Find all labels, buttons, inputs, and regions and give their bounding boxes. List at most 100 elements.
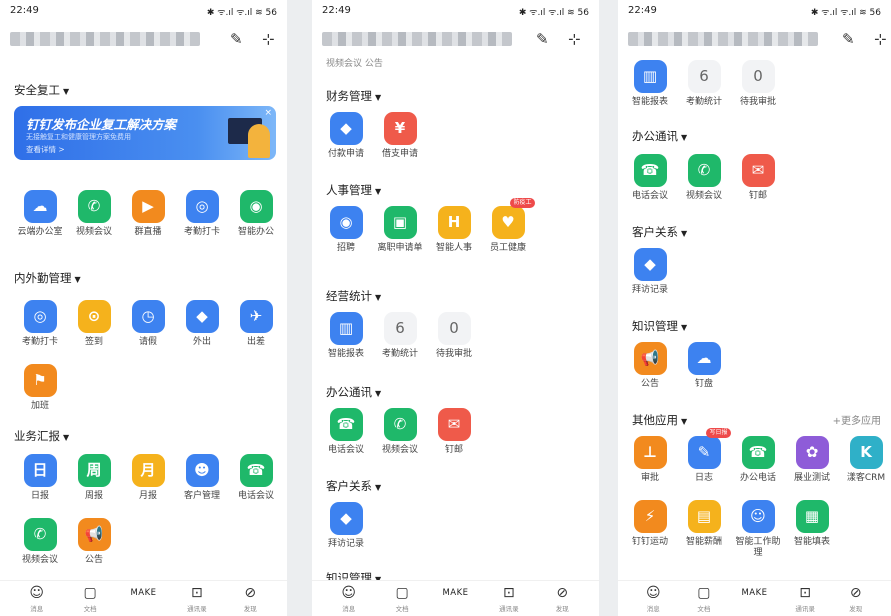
tab-item[interactable]: MAKE (735, 585, 775, 603)
app-label: 考勤打卡 (183, 227, 220, 237)
app-tile[interactable]: ✉ 钉邮 (428, 408, 480, 456)
tab-item[interactable]: ⊘ 发现 (542, 585, 582, 613)
app-tile[interactable]: ◆ 外出 (176, 300, 228, 348)
app-tile[interactable]: ▥ 智能报表 (624, 60, 676, 108)
app-tile[interactable]: 0 待我审批 (732, 60, 784, 108)
app-tile[interactable]: ⊙ 签到 (68, 300, 120, 348)
close-icon[interactable]: × (264, 108, 272, 118)
app-tile[interactable]: H 智能人事 (428, 206, 480, 254)
app-label: 员工健康 (489, 243, 526, 253)
edit-icon[interactable]: ✎ (536, 30, 549, 48)
section-title[interactable]: 客户关系 ▼ (326, 478, 381, 494)
workbench-content: 视频会议 公告 财务管理 ▼ ◆ 付款申请 ¥ 借支申请 人事管理 ▼ ◉ 招聘 ▣ 离职申请单… (312, 56, 599, 580)
app-label: 借支申请 (381, 149, 418, 159)
tab-item[interactable]: ☺ 消息 (329, 585, 369, 613)
app-tile[interactable]: ▦ 智能填表 (786, 500, 838, 548)
banner-link[interactable]: 查看详情 > (26, 144, 65, 155)
section-title[interactable]: 业务汇报 ▼ (14, 428, 69, 444)
app-tile[interactable]: 6 考勤统计 (374, 312, 426, 360)
app-tile[interactable]: 6 考勤统计 (678, 60, 730, 108)
bottom-tab-bar: ☺ 消息 ▢ 文档 MAKE ⊡ 通讯录 ⊘ 发现 (618, 580, 891, 616)
app-tile[interactable]: ✎ 写日报 日志 (678, 428, 731, 484)
tab-item[interactable]: ▢ 文档 (382, 585, 422, 613)
app-tile[interactable]: ✆ 视频会议 (14, 518, 66, 566)
app-tile[interactable]: ✉ 钉邮 (732, 154, 784, 202)
tab-item[interactable]: ▢ 文档 (70, 585, 110, 613)
app-tile[interactable]: ✿ 展业测试 (786, 436, 838, 484)
section-title[interactable]: 经营统计 ▼ (326, 288, 381, 304)
tab-icon: ⊡ (191, 585, 203, 601)
section-title[interactable]: 内外勤管理 ▼ (14, 270, 81, 286)
app-tile[interactable]: 周周报 (68, 454, 120, 502)
app-tile[interactable]: ☁ 云端办公室 (14, 190, 66, 238)
make-tab-logo: MAKE (442, 588, 469, 598)
app-tile[interactable]: 月月报 (122, 454, 174, 502)
app-tile[interactable]: ✆ 视频会议 (374, 408, 426, 456)
add-app-icon[interactable]: ⊹ (568, 30, 581, 48)
section-title[interactable]: 人事管理 ▼ (326, 182, 381, 198)
tab-item[interactable]: ⊘ 发现 (836, 585, 876, 613)
section-title[interactable]: 知识管理 ▼ (326, 570, 381, 580)
app-label: 考勤统计 (381, 349, 418, 359)
app-tile[interactable]: ⚑ 加班 (14, 364, 66, 412)
app-tile[interactable]: ☎ 电话会议 (230, 454, 282, 502)
status-icons: ✱ ᯤ.ıl ᯤ.ıl ≋ 56 (810, 8, 881, 18)
section-title[interactable]: 办公通讯 ▼ (632, 128, 687, 144)
app-tile[interactable]: ⊥ 审批 (624, 436, 676, 484)
add-app-icon[interactable]: ⊹ (874, 30, 887, 48)
app-tile[interactable]: ◆ 拜访记录 (624, 248, 676, 296)
app-tile[interactable]: ◎ 考勤打卡 (176, 190, 228, 238)
app-tile[interactable]: ◎ 考勤打卡 (14, 300, 66, 348)
app-tile[interactable]: ¥ 借支申请 (374, 112, 426, 160)
section-title[interactable]: 财务管理 ▼ (326, 88, 381, 104)
tab-item[interactable]: ☺ 消息 (17, 585, 57, 613)
app-tile[interactable]: K 漾客CRM (840, 436, 891, 484)
tab-item[interactable]: ▢ 文档 (684, 585, 724, 613)
app-tile[interactable]: ◉ 招聘 (320, 206, 372, 254)
app-tile[interactable]: ◆ 付款申请 (320, 112, 372, 160)
tab-item[interactable]: ⊡ 通讯录 (177, 585, 217, 613)
app-tile[interactable]: 0 待我审批 (428, 312, 480, 360)
promo-banner[interactable]: 钉钉发布企业复工解决方案 无接触复工和健康管理方案免费用 查看详情 > × (14, 106, 276, 160)
app-tile[interactable]: ☎ 办公电话 (732, 436, 784, 484)
tab-item[interactable]: ⊡ 通讯录 (785, 585, 825, 613)
app-tile[interactable]: ✆ 视频会议 (678, 154, 730, 202)
app-tile[interactable]: 📢 公告 (68, 518, 120, 566)
section-title[interactable]: 客户关系 ▼ (632, 224, 687, 240)
app-tile[interactable]: ▣ 离职申请单 (374, 206, 426, 254)
app-tile[interactable]: ✈ 出差 (230, 300, 282, 348)
app-tile[interactable]: ☻ 客户管理 (176, 454, 228, 502)
app-tile[interactable]: ▤ 智能薪酬 (678, 500, 730, 548)
title-bar: ✎ ⊹ (618, 24, 891, 54)
app-tile[interactable]: ☎ 电话会议 (320, 408, 372, 456)
app-tile[interactable]: 日日报 (14, 454, 66, 502)
tab-item[interactable]: ⊡ 通讯录 (489, 585, 529, 613)
edit-icon[interactable]: ✎ (842, 30, 855, 48)
app-tile[interactable]: ☁ 钉盘 (678, 342, 730, 390)
app-tile[interactable]: ▶ 群直播 (122, 190, 174, 238)
app-tile[interactable]: ☺ 智能工作助理 (732, 500, 784, 559)
section-title[interactable]: 安全复工 ▼ (14, 82, 69, 98)
app-badge: 写日报 (706, 428, 731, 438)
app-tile[interactable]: ♥ 防疫工 员工健康 (482, 198, 535, 254)
tab-item[interactable]: ☺ 消息 (633, 585, 673, 613)
app-tile[interactable]: ☎ 电话会议 (624, 154, 676, 202)
video-call-icon: ✆ (687, 154, 721, 187)
more-apps-link[interactable]: +更多应用 (833, 412, 881, 427)
app-tile[interactable]: ◷ 请假 (122, 300, 174, 348)
visit-icon: ◆ (633, 248, 667, 281)
app-tile[interactable]: ◉ 智能办公 (230, 190, 282, 238)
add-app-icon[interactable]: ⊹ (262, 30, 275, 48)
tab-item[interactable]: MAKE (124, 585, 164, 603)
app-tile[interactable]: ✆ 视频会议 (68, 190, 120, 238)
app-tile[interactable]: 📢 公告 (624, 342, 676, 390)
app-tile[interactable]: ▥ 智能报表 (320, 312, 372, 360)
app-tile[interactable]: ⚡ 钉钉运动 (624, 500, 676, 548)
app-tile[interactable]: ◆ 拜访记录 (320, 502, 372, 550)
tab-item[interactable]: ⊘ 发现 (230, 585, 270, 613)
section-title[interactable]: 办公通讯 ▼ (326, 384, 381, 400)
edit-icon[interactable]: ✎ (230, 30, 243, 48)
section-title[interactable]: 知识管理 ▼ (632, 318, 687, 334)
section-title[interactable]: 其他应用 ▼ (632, 412, 687, 428)
tab-item[interactable]: MAKE (436, 585, 476, 603)
